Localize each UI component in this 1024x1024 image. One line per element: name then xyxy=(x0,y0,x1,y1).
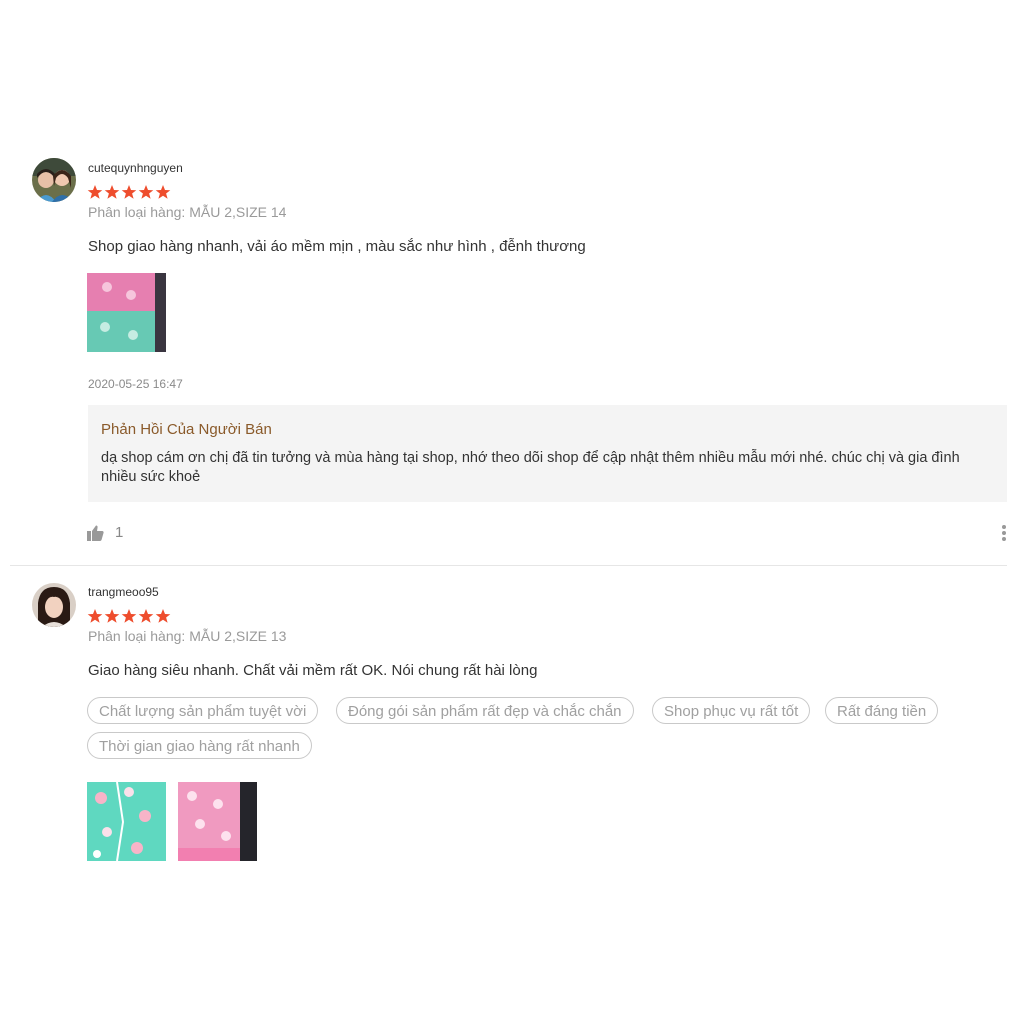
star-icon xyxy=(104,609,120,623)
review-tag: Rất đáng tiền xyxy=(825,697,939,724)
star-icon xyxy=(138,185,154,199)
review-tag: Đóng gói sản phẩm rất đẹp và chắc chắn xyxy=(336,697,634,724)
product-variation: Phân loại hàng: MẪU 2,SIZE 13 xyxy=(88,628,287,644)
avatar[interactable] xyxy=(32,583,76,627)
product-variation: Phân loại hàng: MẪU 2,SIZE 14 xyxy=(88,204,287,220)
review-photo[interactable] xyxy=(178,782,257,861)
seller-reply-text: dạ shop cám ơn chị đã tin tưởng và mùa h… xyxy=(101,450,960,485)
star-icon xyxy=(121,185,137,199)
avatar[interactable] xyxy=(32,158,76,202)
review-comment: Giao hàng siêu nhanh. Chất vải mềm rất O… xyxy=(88,662,538,679)
review-photo[interactable] xyxy=(87,782,166,861)
review-author[interactable]: cutequynhnguyen xyxy=(88,161,183,175)
review-tag: Thời gian giao hàng rất nhanh xyxy=(87,732,312,759)
like-button[interactable]: 1 xyxy=(87,524,123,541)
seller-reply-title: Phản Hồi Của Người Bán xyxy=(101,421,272,438)
star-icon xyxy=(87,609,103,623)
rating-stars xyxy=(87,608,171,624)
like-count: 1 xyxy=(115,524,124,541)
more-vertical-icon[interactable] xyxy=(1001,524,1007,542)
rating-stars xyxy=(87,184,171,200)
thumbs-up-icon xyxy=(87,525,104,541)
review-timestamp: 2020-05-25 16:47 xyxy=(88,377,183,391)
review-tag: Chất lượng sản phẩm tuyệt vời xyxy=(87,697,319,724)
review-tag: Shop phục vụ rất tốt xyxy=(652,697,811,724)
review-divider xyxy=(10,565,1007,566)
seller-reply: Phản Hồi Của Người Bán dạ shop cám ơn ch… xyxy=(88,405,1007,502)
review-author[interactable]: trangmeoo95 xyxy=(88,585,159,599)
star-icon xyxy=(155,185,171,199)
star-icon xyxy=(155,609,171,623)
review-comment: Shop giao hàng nhanh, vải áo mềm mịn , m… xyxy=(88,238,586,255)
star-icon xyxy=(121,609,137,623)
review-photo[interactable] xyxy=(87,273,166,352)
star-icon xyxy=(87,185,103,199)
star-icon xyxy=(138,609,154,623)
star-icon xyxy=(104,185,120,199)
